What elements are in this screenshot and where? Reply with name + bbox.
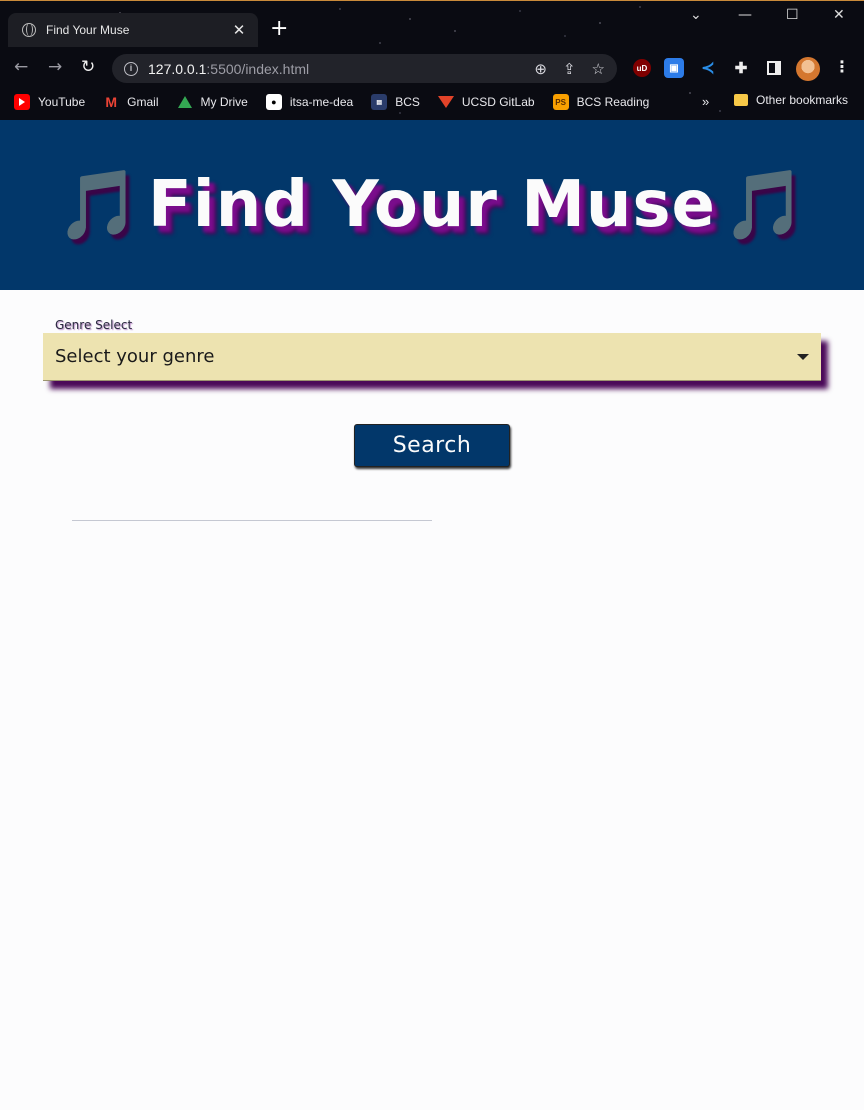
other-bookmarks[interactable]: Other bookmarks [734, 93, 848, 107]
minimize-button[interactable]: — [738, 7, 752, 23]
genre-select-value: Select your genre [55, 346, 215, 367]
genre-select[interactable]: Select your genre [43, 333, 821, 381]
bookmarks-bar: YouTube M Gmail My Drive ● itsa-me-dea ▤… [0, 89, 864, 115]
page-title-wrapper: 🎵 Find Your Muse 🎵 [50, 165, 813, 245]
back-button[interactable]: ← [14, 57, 28, 77]
bookmark-label: UCSD GitLab [461, 95, 535, 109]
url-path: :5500/index.html [206, 60, 310, 77]
github-icon: ● [265, 94, 282, 110]
bookmark-my-drive[interactable]: My Drive [177, 94, 248, 110]
maximize-button[interactable]: ☐ [786, 7, 799, 23]
tab-search-icon[interactable]: ⌄ [690, 7, 702, 23]
bookmark-gmail[interactable]: M Gmail [103, 94, 158, 110]
ps-icon: PS [552, 94, 569, 110]
gitlab-icon [438, 94, 454, 110]
genre-select-label: Genre Select [55, 318, 133, 332]
bookmark-ucsd-gitlab[interactable]: UCSD GitLab [438, 94, 535, 110]
bookmark-label: BCS [395, 95, 420, 109]
drive-icon [177, 94, 193, 110]
ublock-extension-icon[interactable]: uD [633, 59, 651, 77]
page-header: 🎵 Find Your Muse 🎵 [0, 120, 864, 290]
bcs-icon: ▤ [371, 94, 388, 110]
results-divider [72, 520, 432, 521]
bookmark-label: Gmail [127, 95, 159, 109]
bookmark-label: BCS Reading [576, 95, 650, 109]
youtube-icon [14, 94, 30, 110]
dropdown-caret-icon [797, 353, 809, 360]
url-host: 127.0.0.1 [148, 60, 207, 77]
page-title: Find Your Muse [148, 168, 716, 242]
extensions-puzzle-icon[interactable]: ✚ [731, 58, 751, 78]
bookmark-label: YouTube [38, 95, 86, 109]
bookmark-bcs[interactable]: ▤ BCS [371, 94, 420, 110]
close-tab-icon[interactable]: ✕ [230, 21, 248, 39]
bookmark-label: My Drive [200, 95, 248, 109]
vscode-extension-icon[interactable]: ≺ [698, 58, 718, 78]
music-note-icon: 🎵 [56, 166, 143, 245]
site-info-icon[interactable]: i [124, 61, 138, 76]
bookmark-github[interactable]: ● itsa-me-dea [265, 94, 354, 110]
tab-title: Find Your Muse [46, 23, 130, 37]
new-tab-button[interactable]: + [270, 18, 288, 40]
reload-button[interactable]: ↻ [81, 57, 95, 77]
bookmark-youtube[interactable]: YouTube [14, 94, 85, 110]
profile-avatar[interactable] [796, 57, 820, 81]
screen-capture-extension-icon[interactable]: ▣ [664, 58, 684, 78]
browser-tab[interactable]: Find Your Muse ✕ [8, 13, 258, 47]
share-icon[interactable]: ⇪ [563, 60, 576, 78]
zoom-icon[interactable]: ⊕ [534, 60, 547, 78]
music-note-icon: 🎵 [721, 166, 808, 245]
more-bookmarks-chevron-icon[interactable]: » [702, 94, 709, 109]
folder-icon [734, 94, 748, 106]
browser-chrome: Find Your Muse ✕ + ⌄ — ☐ ✕ ← → ↻ i 127.0… [0, 0, 864, 120]
other-bookmarks-label: Other bookmarks [756, 93, 849, 107]
bookmark-bcs-reading[interactable]: PS BCS Reading [552, 94, 650, 110]
bookmark-star-icon[interactable]: ☆ [592, 60, 605, 78]
address-bar[interactable]: i 127.0.0.1 :5500/index.html ⊕ ⇪ ☆ [112, 54, 617, 83]
bookmark-label: itsa-me-dea [289, 95, 354, 109]
gmail-icon: M [105, 94, 117, 110]
browser-menu-icon[interactable]: ⋮ [834, 57, 850, 76]
search-button[interactable]: Search [354, 424, 510, 467]
side-panel-icon[interactable] [764, 58, 784, 78]
forward-button[interactable]: → [48, 57, 62, 77]
close-window-button[interactable]: ✕ [833, 7, 845, 23]
globe-icon [22, 23, 36, 37]
